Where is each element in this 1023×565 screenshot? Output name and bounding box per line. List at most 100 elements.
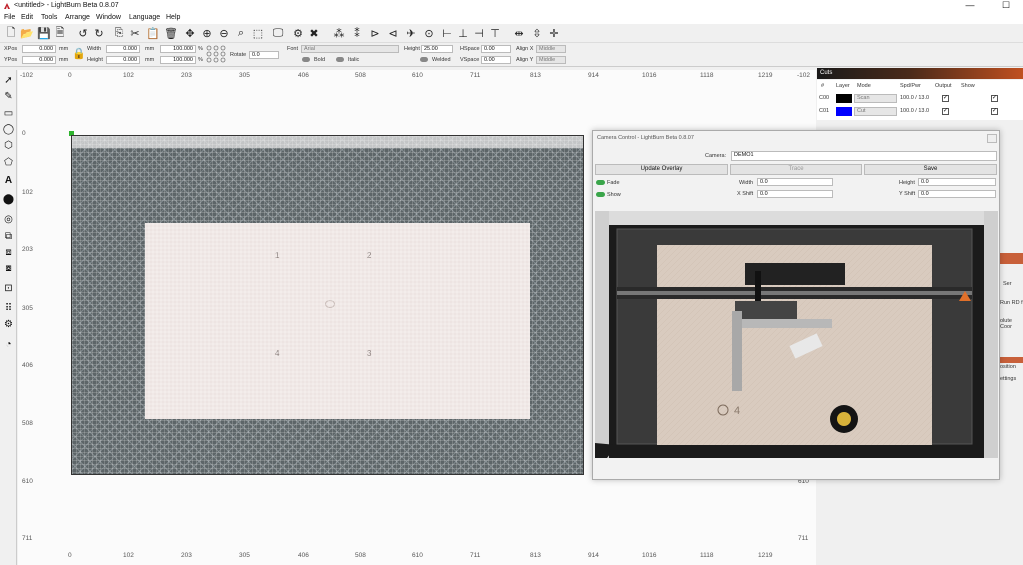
menu-tools[interactable]: Tools <box>41 14 57 21</box>
monitor-icon[interactable]: 🖵 <box>271 26 285 40</box>
italic-toggle[interactable] <box>336 57 344 62</box>
height-input[interactable]: 0.000 <box>106 56 140 64</box>
ungroup-icon[interactable]: ⁑ <box>350 26 364 40</box>
camera-select[interactable]: DEMO1 <box>731 151 997 161</box>
y-shift-input[interactable]: 0.0 <box>918 190 996 198</box>
ypos-input[interactable]: 0.000 <box>22 56 56 64</box>
settings-icon[interactable]: ⚙ <box>291 26 305 40</box>
align-left-icon[interactable]: ⊢ <box>440 26 454 40</box>
width-input[interactable]: 0.000 <box>106 45 140 53</box>
mirror-h-icon[interactable]: ⊳ <box>368 26 382 40</box>
machine-settings-icon[interactable]: ✖ <box>307 26 321 40</box>
maximize-button[interactable]: ☐ <box>996 0 1016 12</box>
ruler-bottom-label: 0 <box>68 552 72 559</box>
scale-width-input[interactable]: 100.000 <box>160 45 196 53</box>
cam-height-input[interactable]: 0.0 <box>918 178 996 186</box>
rectangle-tool-icon[interactable]: ▭ <box>2 107 15 120</box>
ruler-left-label: 305 <box>22 305 33 312</box>
cam-width-input[interactable]: 0.0 <box>757 178 833 186</box>
camera-close-button[interactable] <box>987 134 997 143</box>
delete-icon[interactable]: 🗑 <box>164 26 178 40</box>
weld-icon[interactable]: ⊡ <box>2 282 15 295</box>
align-y-select[interactable]: Middle <box>536 56 566 64</box>
show-toggle[interactable] <box>596 192 605 197</box>
cut-id: C01 <box>819 108 830 114</box>
zoom-in-icon[interactable]: ⊕ <box>200 26 214 40</box>
welded-toggle[interactable] <box>420 57 428 62</box>
menu-edit[interactable]: Edit <box>21 14 33 21</box>
target-icon[interactable]: ⊙ <box>422 26 436 40</box>
ellipse-tool-icon[interactable]: ◯ <box>2 123 15 136</box>
hspace-input[interactable]: 0.00 <box>481 45 511 53</box>
cuts-col-spdpwr: Spd/Pwr <box>900 83 921 89</box>
menu-language[interactable]: Language <box>129 14 160 21</box>
move-icon[interactable]: ✥ <box>183 26 197 40</box>
distribute-v-icon[interactable]: ⇳ <box>530 26 544 40</box>
select-tool-icon[interactable]: ➚ <box>2 74 15 87</box>
zoom-out-icon[interactable]: ⊖ <box>217 26 231 40</box>
cut-icon[interactable]: ✂ <box>128 26 142 40</box>
save-as-icon[interactable]: 🗎 <box>53 26 67 40</box>
scale-height-input[interactable]: 100.000 <box>160 56 196 64</box>
cut-row-c00[interactable]: C00 Scan 100.0 / 13.0 ✓ ✓ <box>817 93 1023 105</box>
layer-color-swatch[interactable] <box>836 107 852 116</box>
position-laser-icon[interactable]: ⬤ <box>2 193 15 206</box>
circular-array-icon[interactable]: ⚙ <box>2 318 15 331</box>
edit-nodes-icon[interactable]: ✎ <box>2 90 15 103</box>
rotate-input[interactable]: 0.0 <box>249 51 279 59</box>
array-icon[interactable]: ⠿ <box>2 302 15 315</box>
update-overlay-button[interactable]: Update Overlay <box>595 164 728 175</box>
menu-file[interactable]: File <box>4 14 15 21</box>
output-checkbox[interactable]: ✓ <box>942 95 949 102</box>
group-icon[interactable]: ⁂ <box>332 26 346 40</box>
align-top-icon[interactable]: ⊤ <box>488 26 502 40</box>
align-right-icon[interactable]: ⊣ <box>472 26 486 40</box>
paste-icon[interactable]: 📋 <box>146 26 160 40</box>
send-icon[interactable]: ✈ <box>404 26 418 40</box>
font-select[interactable]: Arial <box>301 45 399 53</box>
boolean-intersect-icon[interactable]: ⧇ <box>2 262 15 275</box>
cut-row-c01[interactable]: C01 Cut 100.0 / 13.0 ✓ ✓ <box>817 106 1023 118</box>
show-checkbox[interactable]: ✓ <box>991 95 998 102</box>
zoom-page-icon[interactable]: ⌕ <box>234 26 248 40</box>
layer-color-swatch[interactable] <box>836 94 852 103</box>
output-checkbox[interactable]: ✓ <box>942 108 949 115</box>
menu-arrange[interactable]: Arrange <box>65 14 90 21</box>
polygon-tool-icon[interactable]: ⬡ <box>2 139 15 152</box>
break-apart-icon[interactable]: ◔ <box>2 338 15 351</box>
mode-select[interactable]: Scan <box>854 94 897 103</box>
shape-tool-icon[interactable]: ⬠ <box>2 156 15 169</box>
menu-window[interactable]: Window <box>96 14 121 21</box>
save-button[interactable]: Save <box>864 164 997 175</box>
open-file-icon[interactable]: 📂 <box>20 26 34 40</box>
anchor-grid-icon[interactable] <box>205 45 227 63</box>
vspace-input[interactable]: 0.00 <box>481 56 511 64</box>
mirror-v-icon[interactable]: ⊲ <box>386 26 400 40</box>
fade-toggle[interactable] <box>596 180 605 185</box>
boolean-union-icon[interactable]: ⧉ <box>2 230 15 243</box>
boolean-diff-icon[interactable]: ⧈ <box>2 246 15 259</box>
xpos-input[interactable]: 0.000 <box>22 45 56 53</box>
copy-icon[interactable]: ⎘ <box>112 26 126 40</box>
mode-select[interactable]: Cut <box>854 107 897 116</box>
x-shift-input[interactable]: 0.0 <box>757 190 833 198</box>
minimize-button[interactable]: — <box>960 0 980 12</box>
align-center-icon[interactable]: ⊥ <box>456 26 470 40</box>
save-icon[interactable]: 💾 <box>37 26 51 40</box>
offset-tool-icon[interactable]: ◎ <box>2 213 15 226</box>
text-tool-icon[interactable]: A <box>2 174 15 187</box>
redo-icon[interactable]: ↻ <box>92 26 106 40</box>
trace-button[interactable]: Trace <box>730 164 862 175</box>
zoom-selection-icon[interactable]: ⬚ <box>251 26 265 40</box>
align-x-label: Align X <box>516 46 534 52</box>
show-checkbox[interactable]: ✓ <box>991 108 998 115</box>
distribute-h-icon[interactable]: ⇹ <box>512 26 526 40</box>
center-icon[interactable]: ✛ <box>547 26 561 40</box>
undo-icon[interactable]: ↺ <box>76 26 90 40</box>
font-height-input[interactable]: 25.00 <box>421 45 453 53</box>
bold-toggle[interactable] <box>302 57 310 62</box>
menu-help[interactable]: Help <box>166 14 180 21</box>
lock-icon[interactable]: 🔒 <box>72 47 86 60</box>
align-x-select[interactable]: Middle <box>536 45 566 53</box>
new-file-icon[interactable]: 🗋 <box>4 26 18 40</box>
